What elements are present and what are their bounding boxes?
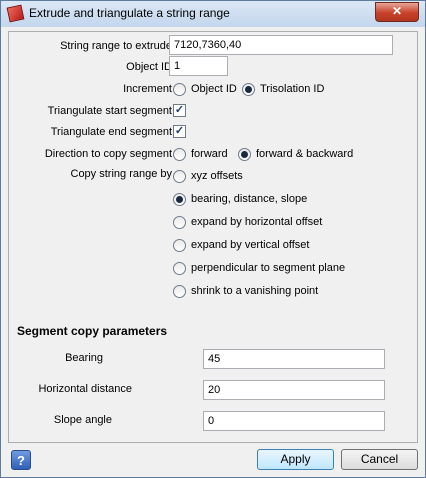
copy-by-horiz-radio[interactable] (173, 216, 186, 229)
slope-label: Slope angle (53, 414, 112, 426)
title-bar: Extrude and triangulate a string range ✕ (1, 1, 425, 27)
copy-by-label: Copy string range by (70, 168, 173, 180)
app-icon (6, 4, 25, 23)
direction-both-label: forward & backward (256, 148, 354, 160)
tri-start-checkbox[interactable]: ✓ (173, 104, 186, 117)
bearing-label: Bearing (65, 352, 103, 364)
copy-by-perp-radio[interactable] (173, 262, 186, 275)
object-id-label: Object ID (126, 61, 172, 73)
copy-by-xyz-label: xyz offsets (191, 170, 243, 182)
direction-both-radio[interactable] (238, 148, 251, 161)
segment-section-title: Segment copy parameters (17, 324, 168, 338)
increment-label: Increment (123, 83, 172, 95)
dialog-content: String range to extrude 7120,7360,40 Obj… (8, 31, 418, 443)
tri-end-label: Triangulate end segment (50, 126, 172, 138)
increment-trisolation-label: Trisolation ID (260, 83, 325, 95)
direction-label: Direction to copy segment (44, 148, 172, 160)
slope-input[interactable]: 0 (203, 411, 385, 431)
close-button[interactable]: ✕ (375, 2, 419, 22)
copy-by-bearing-label: bearing, distance, slope (191, 193, 308, 205)
tri-start-label: Triangulate start segment (47, 105, 172, 117)
dialog-window: Extrude and triangulate a string range ✕… (0, 0, 426, 478)
copy-by-horiz-label: expand by horizontal offset (191, 216, 323, 228)
direction-forward-radio[interactable] (173, 148, 186, 161)
cancel-button[interactable]: Cancel (341, 449, 418, 470)
apply-button[interactable]: Apply (257, 449, 334, 470)
copy-by-perp-label: perpendicular to segment plane (191, 262, 346, 274)
increment-objectid-label: Object ID (191, 83, 237, 95)
increment-trisolation-radio[interactable] (242, 83, 255, 96)
string-range-input[interactable]: 7120,7360,40 (169, 35, 393, 55)
copy-by-vert-radio[interactable] (173, 239, 186, 252)
hdist-input[interactable]: 20 (203, 380, 385, 400)
string-range-label: String range to extrude (60, 40, 172, 52)
copy-by-bearing-radio[interactable] (173, 193, 186, 206)
copy-by-vert-label: expand by vertical offset (191, 239, 310, 251)
help-icon[interactable]: ? (11, 450, 31, 470)
copy-by-shrink-label: shrink to a vanishing point (191, 285, 319, 297)
hdist-label: Horizontal distance (38, 383, 132, 395)
bearing-input[interactable]: 45 (203, 349, 385, 369)
direction-forward-label: forward (191, 148, 228, 160)
window-title: Extrude and triangulate a string range (29, 6, 230, 20)
tri-end-checkbox[interactable]: ✓ (173, 125, 186, 138)
copy-by-shrink-radio[interactable] (173, 285, 186, 298)
object-id-input[interactable]: 1 (169, 56, 228, 76)
increment-objectid-radio[interactable] (173, 83, 186, 96)
copy-by-xyz-radio[interactable] (173, 170, 186, 183)
